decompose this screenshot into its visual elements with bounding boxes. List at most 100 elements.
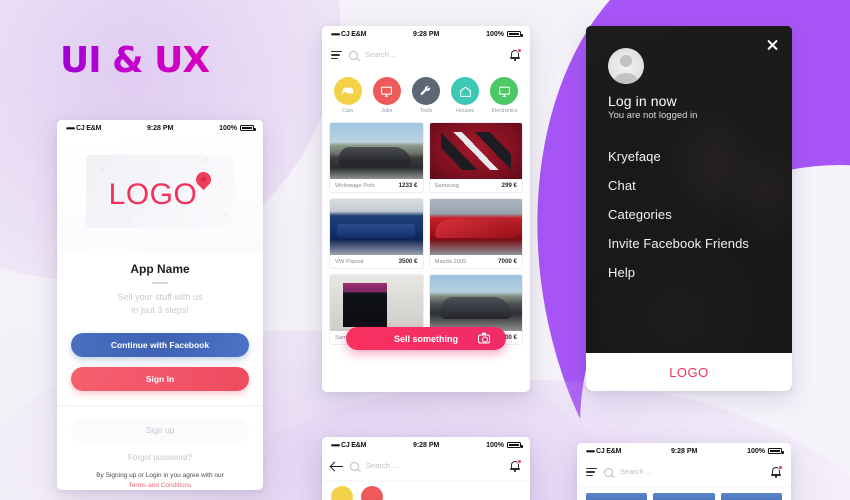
category-label: Tools (419, 108, 433, 114)
car-icon (333, 77, 362, 105)
carrier-label: CJ E&M (341, 441, 367, 449)
drawer-item-categories[interactable]: Categories (608, 207, 792, 222)
filter-tab[interactable] (720, 493, 782, 500)
product-card[interactable]: Wolswage Polo 1233 € (329, 122, 424, 193)
notification-bell-icon[interactable] (770, 465, 783, 478)
login-hero-map: LOGO (57, 136, 263, 254)
battery-percent-label: 100% (486, 441, 504, 449)
page-title: UI & UX (60, 40, 210, 81)
product-price: 7000 € (498, 258, 517, 265)
status-bar: ••••• CJ E&M 9:28 PM 100% (577, 443, 791, 459)
battery-percent-label: 100% (486, 30, 504, 38)
filter-tab[interactable] (586, 493, 648, 500)
category-row: Cars Jobs Tools Houses Electronics (322, 69, 530, 118)
battery-icon (507, 442, 523, 448)
drawer-item-invite-facebook-friends[interactable]: Invite Facebook Friends (608, 236, 792, 251)
back-arrow-icon[interactable] (331, 461, 343, 472)
category-item-tools[interactable]: Tools (409, 77, 443, 114)
product-name: Wolswage Polo (335, 182, 375, 189)
search-input[interactable]: Search ... (365, 50, 502, 60)
drawer-body: Log in now You are not logged in Kryefaq… (586, 26, 792, 391)
filter-tab[interactable] (653, 493, 715, 500)
terms-and-conditions-link[interactable]: Terms and Conditions (129, 482, 192, 489)
section-divider (57, 405, 263, 406)
filter-tab-row (577, 486, 791, 500)
product-image (429, 275, 522, 331)
battery-icon (768, 448, 784, 454)
sell-something-label: Sell something (393, 333, 458, 344)
drawer-screen-mockup: Log in now You are not logged in Kryefaq… (586, 26, 792, 391)
hamburger-menu-icon[interactable] (586, 467, 597, 477)
category-label: Cars (341, 108, 354, 114)
login-actions: Continue with Facebook Sign In (57, 317, 263, 391)
sign-up-button[interactable]: Sign up (71, 418, 249, 442)
product-name: Mazda 2005 (434, 258, 467, 265)
status-bar: ••••• CJ E&M 9:28 PM 100% (57, 120, 263, 136)
search-header: Search ... (322, 453, 530, 480)
product-card[interactable]: Samsung 299 € (428, 122, 523, 193)
category-item-houses[interactable]: Houses (448, 77, 482, 114)
tagline-line-2: in jsut 3 steps! (131, 305, 189, 315)
search-icon (604, 467, 613, 477)
close-icon[interactable] (766, 38, 779, 51)
carrier-label: CJ E&M (596, 447, 622, 455)
camera-icon (478, 332, 490, 343)
drawer-item-chat[interactable]: Chat (608, 178, 792, 193)
wrench-icon (411, 77, 440, 105)
tagline-line-1: Sell your stuff with us (117, 292, 203, 302)
tv-icon (490, 77, 519, 105)
login-screen-mockup: ••••• CJ E&M 9:28 PM 100% LOGO App Name … (57, 120, 263, 490)
app-name-heading: App Name (130, 262, 190, 276)
product-card[interactable]: Mazda 2005 7000 € (428, 198, 523, 269)
hamburger-menu-icon[interactable] (331, 50, 342, 60)
sign-in-button[interactable]: Sign In (71, 367, 249, 391)
category-row-partial (322, 480, 530, 500)
status-bar: ••••• CJ E&M 9:28 PM 100% (322, 437, 530, 453)
log-in-now-link[interactable]: Log in now (608, 93, 792, 109)
drawer-item-help[interactable]: Help (608, 265, 792, 280)
forgot-password-link[interactable]: Forgot password? (57, 453, 263, 462)
tagline: Sell your stuff with us in jsut 3 steps! (57, 291, 263, 317)
search-icon (350, 461, 359, 471)
login-status-label: You are not logged in (608, 110, 698, 121)
sell-something-button[interactable]: Sell something (346, 327, 506, 350)
notification-bell-icon[interactable] (509, 48, 522, 61)
signal-dots-icon: ••••• (331, 440, 340, 450)
signal-dots-icon: ••••• (331, 29, 340, 39)
signal-dots-icon: ••••• (586, 446, 595, 456)
product-image (330, 275, 423, 331)
search-input[interactable]: Search ... (366, 461, 502, 471)
continue-with-facebook-button[interactable]: Continue with Facebook (71, 333, 249, 357)
carrier-label: CJ E&M (76, 124, 102, 132)
search-input[interactable]: Search ... (620, 467, 763, 477)
logo-lockup: LOGO (109, 177, 212, 212)
product-image (330, 199, 423, 255)
product-name: VW Passat (335, 258, 364, 265)
drawer-nav: Kryefaqe Chat Categories Invite Facebook Fr… (608, 149, 792, 280)
signal-dots-icon: ••••• (66, 123, 75, 133)
category-label: Houses (456, 108, 475, 114)
battery-icon (240, 125, 256, 131)
product-image (429, 123, 522, 179)
category-item-electronics[interactable]: Electronics (487, 77, 521, 114)
product-card[interactable]: VW Passat 3500 € (329, 198, 424, 269)
feed-screen-mockup: ••••• CJ E&M 9:28 PM 100% Search ... Car… (322, 26, 530, 392)
product-price: 299 € (501, 182, 517, 189)
category-icon-jobs[interactable] (361, 486, 383, 500)
drawer-footer-logo: LOGO (586, 353, 792, 391)
battery-percent-label: 100% (747, 447, 765, 455)
category-item-cars[interactable]: Cars (331, 77, 365, 114)
category-icon-cars[interactable] (331, 486, 353, 500)
notification-bell-icon[interactable] (509, 459, 522, 472)
product-grid: Wolswage Polo 1233 € Samsung 299 € VW Passat… (322, 118, 530, 351)
product-price: 1233 € (398, 182, 418, 189)
filter-screen-mockup: ••••• CJ E&M 9:28 PM 100% Search ... (577, 443, 791, 500)
drawer-item-kryefaqe[interactable]: Kryefaqe (608, 149, 792, 164)
terms-text: By Signing up or Login in you agree with… (96, 472, 224, 479)
user-avatar-icon[interactable] (608, 48, 644, 84)
product-name: Samsung (434, 182, 460, 189)
house-icon (451, 77, 480, 105)
category-item-jobs[interactable]: Jobs (370, 77, 404, 114)
clock-label: 9:28 PM (670, 447, 698, 455)
map-pin-icon (196, 172, 211, 191)
